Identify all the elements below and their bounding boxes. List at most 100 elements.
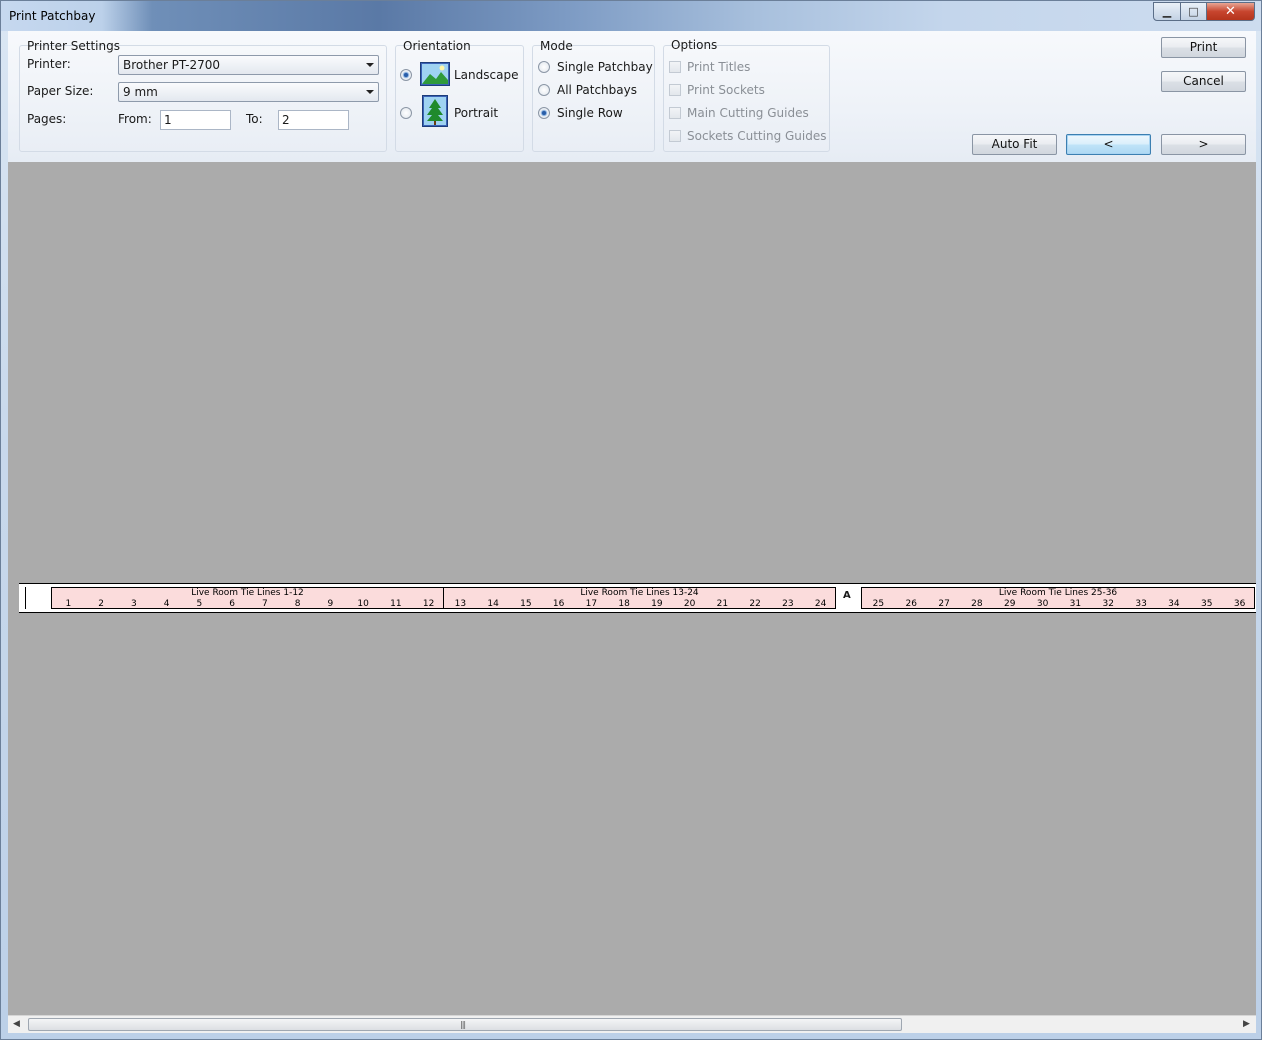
patchbay-section-2: Live Room Tie Lines 13-24 13 14 15 16 17 18 19… xyxy=(443,587,836,609)
chevron-down-icon xyxy=(366,90,374,94)
window-title: Print Patchbay xyxy=(9,9,96,23)
paper-size-select[interactable]: 9 mm xyxy=(118,82,379,102)
scroll-left-icon[interactable]: ◀ xyxy=(13,1019,20,1029)
auto-fit-button[interactable]: Auto Fit xyxy=(972,134,1057,155)
from-label: From: xyxy=(118,112,152,126)
socket-number: 19 xyxy=(651,599,663,609)
socket-number: 16 xyxy=(552,599,565,609)
portrait-radio[interactable] xyxy=(400,107,412,119)
main-cutting-guides-checkbox[interactable] xyxy=(669,107,681,119)
horizontal-scrollbar[interactable]: ◀ ||| ▶ xyxy=(8,1015,1256,1033)
section-title: Live Room Tie Lines 25-36 xyxy=(998,588,1118,598)
scrollbar-thumb[interactable]: ||| xyxy=(28,1018,902,1031)
print-patchbay-window: Print Patchbay ▁ □ ✕ Printer Settings Pr… xyxy=(0,0,1262,1040)
all-patchbays-label: All Patchbays xyxy=(557,83,637,97)
socket-number: 36 xyxy=(1233,599,1246,609)
scroll-right-icon[interactable]: ▶ xyxy=(1243,1019,1250,1029)
socket-number: 2 xyxy=(98,599,104,609)
socket-number: 11 xyxy=(390,599,402,609)
label-strip: Live Room Tie Lines 1-12 1 2 3 4 5 6 7 8 9 10 11 12… xyxy=(19,583,1256,613)
printer-settings-legend: Printer Settings xyxy=(27,39,120,53)
tree-picture-icon xyxy=(422,95,448,127)
socket-number: 21 xyxy=(716,599,729,609)
socket-number: 20 xyxy=(683,599,696,609)
printer-select[interactable]: Brother PT-2700 xyxy=(118,55,379,75)
socket-number: 17 xyxy=(585,599,598,609)
strip-blank-cell xyxy=(25,587,52,609)
from-page-input[interactable]: 1 xyxy=(160,110,231,130)
socket-number: 35 xyxy=(1201,599,1213,609)
socket-number: 32 xyxy=(1102,599,1114,609)
options-legend: Options xyxy=(671,38,718,52)
socket-number: 30 xyxy=(1036,599,1049,609)
chevron-down-icon xyxy=(366,63,374,67)
single-row-label: Single Row xyxy=(557,106,623,120)
socket-number: 29 xyxy=(1004,599,1016,609)
print-sockets-label: Print Sockets xyxy=(687,83,765,97)
socket-number: 12 xyxy=(422,599,435,609)
sockets-cutting-guides-checkbox[interactable] xyxy=(669,130,681,142)
next-page-button[interactable]: > xyxy=(1161,134,1246,155)
single-row-radio[interactable] xyxy=(538,107,550,119)
socket-number: 28 xyxy=(971,599,983,609)
socket-number: 31 xyxy=(1069,599,1082,609)
section-title: Live Room Tie Lines 1-12 xyxy=(191,588,304,598)
all-patchbays-radio[interactable] xyxy=(538,84,550,96)
socket-number: 13 xyxy=(454,599,467,609)
previous-page-button[interactable]: < xyxy=(1066,134,1151,155)
socket-number: 22 xyxy=(749,599,761,609)
close-icon: ✕ xyxy=(1225,4,1236,19)
paper-size-label: Paper Size: xyxy=(27,84,94,98)
socket-number: 27 xyxy=(938,599,950,609)
socket-number: 10 xyxy=(357,599,369,609)
patchbay-section-3: Live Room Tie Lines 25-36 25 26 27 28 29 30 31… xyxy=(861,587,1255,609)
orientation-group xyxy=(395,45,524,152)
pages-label: Pages: xyxy=(27,112,67,126)
title-bar[interactable]: Print Patchbay ▁ □ ✕ xyxy=(1,1,1261,31)
print-titles-label: Print Titles xyxy=(687,60,751,74)
portrait-label: Portrait xyxy=(454,106,499,120)
to-page-input[interactable]: 2 xyxy=(278,110,349,130)
orientation-legend: Orientation xyxy=(403,39,471,53)
close-button[interactable]: ✕ xyxy=(1206,2,1255,21)
single-patchbay-radio[interactable] xyxy=(538,61,550,73)
single-patchbay-label: Single Patchbay xyxy=(557,60,653,74)
socket-number: 33 xyxy=(1135,599,1147,609)
paper-size-select-value: 9 mm xyxy=(123,85,158,99)
print-preview-area[interactable]: Live Room Tie Lines 1-12 1 2 3 4 5 6 7 8 9 10 11 12… xyxy=(8,162,1256,1015)
socket-number: 18 xyxy=(618,599,630,609)
print-button[interactable]: Print xyxy=(1161,37,1246,58)
socket-number: 5 xyxy=(196,599,203,609)
printer-select-value: Brother PT-2700 xyxy=(123,58,221,72)
socket-number: 25 xyxy=(872,599,885,609)
main-cutting-guides-label: Main Cutting Guides xyxy=(687,106,809,120)
socket-number: 26 xyxy=(905,599,917,609)
socket-number: 3 xyxy=(131,599,137,609)
blurred-file-path xyxy=(127,7,757,23)
maximize-icon: □ xyxy=(1188,5,1199,18)
socket-number: 24 xyxy=(814,599,827,609)
mode-legend: Mode xyxy=(540,39,573,53)
socket-number: 7 xyxy=(262,599,268,609)
print-sockets-checkbox[interactable] xyxy=(669,84,681,96)
socket-number: 23 xyxy=(782,599,794,609)
sockets-cutting-guides-label: Sockets Cutting Guides xyxy=(687,129,827,143)
print-titles-checkbox[interactable] xyxy=(669,61,681,73)
section-title: Live Room Tie Lines 13-24 xyxy=(580,588,699,598)
cancel-button[interactable]: Cancel xyxy=(1161,71,1246,92)
socket-number: 34 xyxy=(1168,599,1180,609)
socket-number: 14 xyxy=(487,599,499,609)
socket-number: 15 xyxy=(520,599,532,609)
socket-number: 1 xyxy=(65,599,72,609)
landscape-radio[interactable] xyxy=(400,69,412,81)
minimize-button[interactable]: ▁ xyxy=(1153,2,1181,21)
settings-panel: Printer Settings Printer: Brother PT-270… xyxy=(8,31,1256,162)
printer-label: Printer: xyxy=(27,57,71,71)
socket-number: 8 xyxy=(294,599,301,609)
socket-number: 6 xyxy=(229,599,235,609)
socket-number: 9 xyxy=(327,599,334,609)
patchbay-section-1: Live Room Tie Lines 1-12 1 2 3 4 5 6 7 8 9 10 11 12 xyxy=(51,587,444,609)
socket-number: 4 xyxy=(163,599,170,609)
maximize-button[interactable]: □ xyxy=(1180,2,1207,21)
grip-icon: ||| xyxy=(460,1020,466,1029)
